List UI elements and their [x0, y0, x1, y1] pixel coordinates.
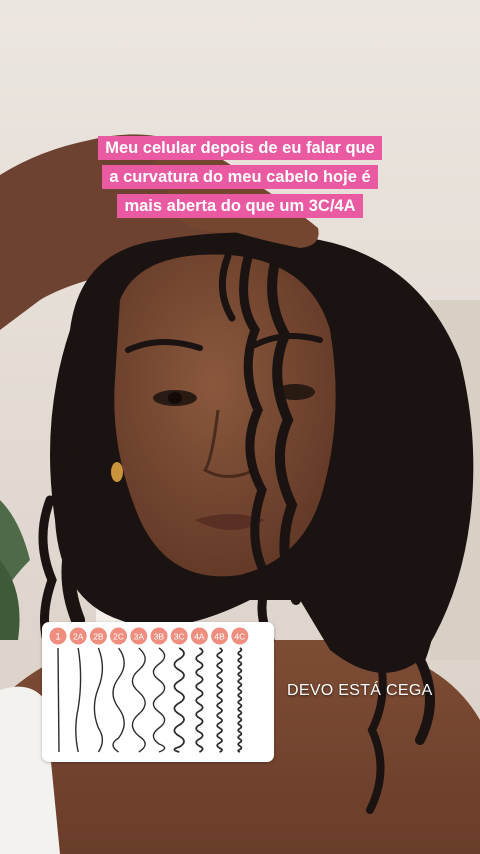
curl-strand	[112, 647, 125, 753]
curl-type-2c: 2C	[110, 627, 128, 753]
curl-strand	[237, 647, 243, 753]
curl-type-4a: 4A	[190, 627, 208, 753]
curl-strand	[152, 647, 166, 753]
curl-type-label: 2B	[93, 632, 104, 642]
caption-line-2: a curvatura do meu cabelo hoje é	[102, 165, 378, 189]
curl-type-3c: 3C	[170, 627, 188, 753]
overlay-text: DEVO ESTÁ CEGA	[287, 682, 433, 699]
curl-strand	[57, 647, 60, 753]
curl-strand	[93, 647, 104, 753]
curl-type-4b: 4B	[211, 627, 229, 753]
curl-type-label: 4B	[214, 632, 225, 642]
caption-line-3: mais aberta do que um 3C/4A	[117, 194, 363, 218]
curl-type-2b: 2B	[89, 627, 107, 753]
curl-type-label: 1	[55, 632, 60, 643]
curl-type-label: 4C	[234, 632, 245, 642]
curl-type-label: 2A	[73, 632, 84, 642]
earring	[111, 462, 123, 482]
curl-strand	[216, 647, 223, 753]
curl-type-label: 4A	[194, 632, 205, 642]
curl-type-label: 3B	[154, 632, 165, 642]
curl-type-label: 3C	[174, 632, 185, 642]
curl-type-3b: 3B	[150, 627, 168, 753]
curl-strand	[195, 647, 204, 753]
caption-line-1: Meu celular depois de eu falar que	[98, 136, 382, 160]
curl-strand	[131, 647, 146, 753]
curl-type-chart: 1 2A 2B 2C 3A 3B 3C 4A 4B 4C	[42, 622, 274, 762]
curl-type-4c: 4C	[231, 627, 249, 753]
curl-type-3a: 3A	[130, 627, 148, 753]
curl-type-1: 1	[49, 627, 67, 753]
curl-type-label: 3A	[134, 632, 145, 642]
curl-strand	[173, 647, 185, 753]
curl-type-2a: 2A	[69, 627, 87, 753]
curl-strand	[75, 647, 82, 753]
curl-type-label: 2C	[113, 632, 124, 642]
caption-box: Meu celular depois de eu falar que a cur…	[84, 134, 396, 221]
